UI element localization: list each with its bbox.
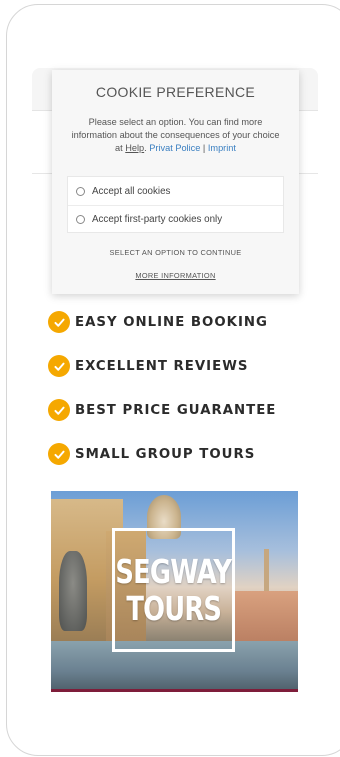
accept-first-party-cookies-option[interactable]: Accept first-party cookies only: [68, 205, 283, 233]
banner-title-line2: TOURS: [126, 589, 222, 628]
check-circle-icon: [48, 355, 70, 377]
radio-button[interactable]: [76, 215, 85, 224]
cookie-preference-dialog: COOKIE PREFERENCE Please select an optio…: [52, 70, 299, 294]
imprint-link[interactable]: Imprint: [208, 143, 236, 153]
banner-title-frame: SEGWAY TOURS: [112, 528, 235, 652]
feature-item: BEST PRICE GUARANTEE: [48, 399, 276, 421]
banner-photo-statue: [59, 551, 87, 631]
banner-title-line1: SEGWAY: [115, 552, 233, 591]
accept-all-cookies-option[interactable]: Accept all cookies: [68, 177, 283, 205]
feature-item: EASY ONLINE BOOKING: [48, 311, 268, 333]
check-circle-icon: [48, 443, 70, 465]
privacy-policy-link[interactable]: Privat Police: [149, 143, 200, 153]
banner-bottom-bar: [51, 689, 298, 692]
feature-label: EASY ONLINE BOOKING: [75, 314, 268, 330]
option-label: Accept all cookies: [92, 185, 171, 197]
feature-item: EXCELLENT REVIEWS: [48, 355, 248, 377]
cookie-dialog-description: Please select an option. You can find mo…: [70, 116, 281, 155]
feature-label: BEST PRICE GUARANTEE: [75, 402, 277, 418]
option-label: Accept first-party cookies only: [92, 214, 223, 225]
feature-label: SMALL GROUP TOURS: [75, 446, 256, 462]
check-circle-icon: [48, 311, 70, 333]
help-link[interactable]: Help: [125, 143, 144, 153]
segway-tours-banner[interactable]: SEGWAY TOURS: [51, 491, 298, 692]
separator-dot: .: [144, 143, 147, 153]
cookie-instruction-text: SELECT AN OPTION TO CONTINUE: [109, 248, 242, 257]
feature-label: EXCELLENT REVIEWS: [75, 358, 249, 374]
cookie-dialog-title: COOKIE PREFERENCE: [95, 84, 256, 100]
radio-button[interactable]: [76, 186, 85, 196]
cookie-options-list: Accept all cookies Accept first-party co…: [67, 176, 284, 233]
more-information-link[interactable]: MORE INFORMATION: [52, 271, 299, 280]
feature-item: SMALL GROUP TOURS: [48, 443, 255, 465]
check-circle-icon: [48, 399, 70, 421]
link-separator: |: [202, 143, 206, 153]
